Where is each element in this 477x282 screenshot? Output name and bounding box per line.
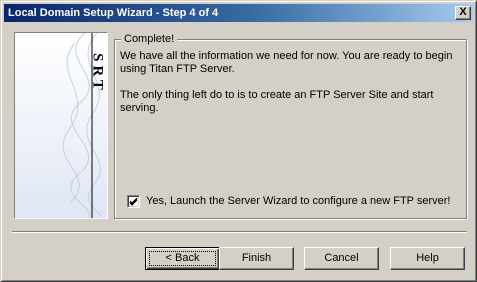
launch-server-wizard-checkbox[interactable]: Yes, Launch the Server Wizard to configu…	[127, 194, 450, 208]
focus-rectangle	[149, 251, 216, 266]
wizard-banner-image: SRT	[14, 32, 108, 219]
close-icon: X	[459, 6, 467, 18]
close-button[interactable]: X	[455, 6, 471, 20]
window-title: Local Domain Setup Wizard - Step 4 of 4	[8, 7, 219, 19]
next-step-paragraph: The only thing left do to is to create a…	[120, 89, 434, 114]
srt-logo: SRT	[87, 35, 107, 115]
help-button[interactable]: Help	[390, 247, 465, 270]
checkbox-box[interactable]	[127, 194, 140, 208]
finish-button[interactable]: Finish	[219, 247, 294, 270]
srt-logo-text: SRT	[89, 53, 106, 94]
info-paragraph: We have all the information we need for …	[120, 50, 453, 75]
cancel-button-label: Cancel	[324, 252, 359, 264]
group-title: Complete!	[121, 32, 178, 46]
finish-button-label: Finish	[241, 252, 272, 264]
title-bar[interactable]: Local Domain Setup Wizard - Step 4 of 4 …	[4, 4, 473, 22]
help-button-label: Help	[416, 252, 439, 264]
cancel-button[interactable]: Cancel	[304, 247, 379, 270]
button-separator	[12, 231, 467, 233]
back-button[interactable]: < Back	[145, 247, 220, 270]
checkbox-label: Yes, Launch the Server Wizard to configu…	[146, 195, 451, 207]
wizard-window: Local Domain Setup Wizard - Step 4 of 4 …	[0, 0, 477, 282]
checkmark-icon	[129, 197, 138, 206]
